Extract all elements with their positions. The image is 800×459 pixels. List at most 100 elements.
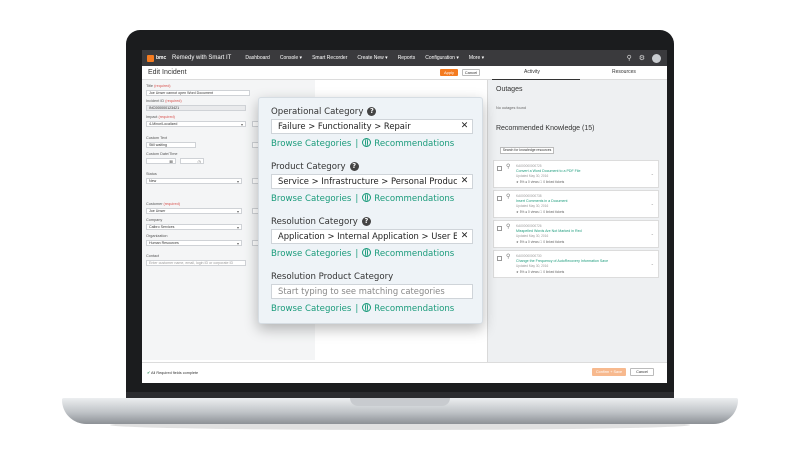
company-select[interactable]: Calbro Services ▾ xyxy=(146,224,242,230)
select-checkbox[interactable] xyxy=(497,256,502,261)
nav-configuration[interactable]: Configuration ▾ xyxy=(425,55,459,61)
search-icon[interactable]: ⚲ xyxy=(627,54,632,62)
company-label: Company xyxy=(146,218,163,222)
nav-console[interactable]: Console ▾ xyxy=(280,55,302,61)
chevron-down-icon[interactable]: ⌄ xyxy=(651,171,654,176)
customer-value: Joe Unser xyxy=(149,209,166,213)
tab-resources[interactable]: Resources xyxy=(612,69,636,75)
search-knowledge-button[interactable]: Search for knowledge resources xyxy=(500,147,554,154)
kb-stats: ★ 5% ● 0 views ☐ 0 linked tickets xyxy=(516,240,565,244)
required-marker: (required) xyxy=(163,202,180,206)
recommendations-link[interactable]: Recommendations xyxy=(374,304,454,314)
custom-text-label: Custom Text xyxy=(146,136,168,140)
title-label: Title (required) xyxy=(146,84,171,88)
operational-category-label: Operational Category? xyxy=(271,107,377,117)
tab-activity[interactable]: Activity xyxy=(524,69,540,75)
recommendations-link[interactable]: Recommendations xyxy=(374,249,454,259)
knowledge-card[interactable]: ⚲ KA000000000738 Insert Comments in a Do… xyxy=(493,190,659,218)
resolution-category-label: Resolution Category? xyxy=(271,217,371,227)
impact-select[interactable]: 4-Minor/Localized ▾ xyxy=(146,121,246,127)
kb-stats: ★ 5% ● 0 views ☐ 0 linked tickets xyxy=(516,180,565,184)
organization-label: Organization xyxy=(146,234,168,238)
resolution-category-input[interactable]: Application > Internal Application > Use… xyxy=(271,229,473,244)
outages-title: Outages xyxy=(496,86,523,93)
nav-dashboard[interactable]: Dashboard xyxy=(245,55,269,61)
kb-title-link[interactable]: Convert a Word Document to a PDF File xyxy=(516,169,580,173)
kb-title-link[interactable]: Change the Frequency of AutoRecovery Inf… xyxy=(516,259,608,263)
incident-id-label: Incident ID (required) xyxy=(146,99,182,103)
chevron-down-icon: ▾ xyxy=(236,209,239,214)
footer-cancel-button[interactable]: Cancel xyxy=(630,368,654,376)
confirm-save-button[interactable]: Confirm + Save xyxy=(592,368,626,376)
browse-categories-link[interactable]: Browse Categories xyxy=(271,194,351,204)
help-icon[interactable]: ? xyxy=(367,107,377,116)
knowledge-card[interactable]: ⚲ KA000000000725 Convert a Word Document… xyxy=(493,160,659,188)
custom-date-label: Custom Date/Time xyxy=(146,152,178,156)
product-category-input[interactable]: Service > Infrastructure > Personal Prod… xyxy=(271,174,473,189)
globe-icon xyxy=(362,138,372,147)
organization-value: Human Resources xyxy=(149,241,179,245)
contact-input[interactable]: Enter customer name, email, login ID or … xyxy=(146,260,246,266)
kb-id: KA000000000726 xyxy=(516,224,542,228)
separator: | xyxy=(355,139,359,149)
bmc-logo[interactable]: bmc xyxy=(147,54,172,62)
status-select[interactable]: New ▾ xyxy=(146,178,242,184)
custom-date-input[interactable]: ▦ xyxy=(146,158,176,164)
resolution-product-category-label: Resolution Product Category xyxy=(271,272,394,282)
top-navigation: bmc Remedy with Smart IT Dashboard Conso… xyxy=(142,50,667,66)
separator: | xyxy=(355,304,359,314)
settings-icon[interactable]: ⚙ xyxy=(639,54,645,62)
chevron-down-icon[interactable]: ⌄ xyxy=(651,201,654,206)
organization-select[interactable]: Human Resources ▾ xyxy=(146,240,242,246)
select-checkbox[interactable] xyxy=(497,226,502,231)
page-footer: ✔ All Required fields complete Confirm +… xyxy=(142,362,667,383)
recommendations-link[interactable]: Recommendations xyxy=(374,139,454,149)
clear-icon[interactable]: ✕ xyxy=(457,230,472,243)
knowledge-card[interactable]: ⚲ KA000000000726 Misspelled Words Are No… xyxy=(493,220,659,248)
lightbulb-icon: ⚲ xyxy=(506,194,511,200)
custom-text-input[interactable]: Still waiting xyxy=(146,142,196,148)
customer-label: Customer (required) xyxy=(146,202,180,206)
outages-empty-text: No outages found xyxy=(496,106,526,110)
nav-reports[interactable]: Reports xyxy=(398,55,416,61)
clear-icon[interactable]: ✕ xyxy=(457,120,472,133)
browse-categories-link[interactable]: Browse Categories xyxy=(271,249,351,259)
nav-create-new[interactable]: Create New ▾ xyxy=(357,55,387,61)
kb-title-link[interactable]: Misspelled Words Are Not Marked in Red xyxy=(516,229,582,233)
kb-stats: ★ 5% ● 0 views ☐ 0 linked tickets xyxy=(516,270,565,274)
custom-time-input[interactable]: ◷ xyxy=(180,158,204,164)
browse-categories-link[interactable]: Browse Categories xyxy=(271,304,351,314)
cancel-button[interactable]: Cancel xyxy=(462,69,480,76)
kb-title-link[interactable]: Insert Comments in a Document xyxy=(516,199,568,203)
select-checkbox[interactable] xyxy=(497,166,502,171)
customer-select[interactable]: Joe Unser ▾ xyxy=(146,208,242,214)
status-value: New xyxy=(149,179,157,183)
laptop-notch xyxy=(350,398,450,406)
nav-more[interactable]: More ▾ xyxy=(469,55,484,61)
recommendations-link[interactable]: Recommendations xyxy=(374,194,454,204)
title-input[interactable]: Joe Unser cannot open Word Document xyxy=(146,90,250,96)
chevron-down-icon[interactable]: ⌄ xyxy=(651,261,654,266)
clear-icon[interactable]: ✕ xyxy=(457,175,472,188)
chevron-down-icon[interactable]: ⌄ xyxy=(651,231,654,236)
user-avatar[interactable] xyxy=(652,53,661,63)
resolution-product-category-input[interactable]: Start typing to see matching categories xyxy=(271,284,473,299)
operational-category-actions: Browse Categories | Recommendations xyxy=(271,138,454,149)
apply-button[interactable]: Apply xyxy=(440,69,458,76)
chevron-down-icon: ▾ xyxy=(236,241,239,246)
separator: | xyxy=(355,194,359,204)
activity-panel: Outages No outages found Recommended Kno… xyxy=(487,80,667,362)
operational-category-input[interactable]: Failure > Functionality > Repair ✕ xyxy=(271,119,473,134)
kb-id: KA000000000725 xyxy=(516,164,542,168)
impact-value: 4-Minor/Localized xyxy=(149,122,178,126)
nav-smart-recorder[interactable]: Smart Recorder xyxy=(312,55,347,61)
help-icon[interactable]: ? xyxy=(361,217,371,226)
browse-categories-link[interactable]: Browse Categories xyxy=(271,139,351,149)
knowledge-card[interactable]: ⚲ KA000000000730 Change the Frequency of… xyxy=(493,250,659,278)
help-icon[interactable]: ? xyxy=(349,162,359,171)
product-category-label: Product Category? xyxy=(271,162,359,172)
lightbulb-icon: ⚲ xyxy=(506,164,511,170)
select-checkbox[interactable] xyxy=(497,196,502,201)
kb-id: KA000000000738 xyxy=(516,194,542,198)
chevron-down-icon: ▾ xyxy=(240,122,243,127)
